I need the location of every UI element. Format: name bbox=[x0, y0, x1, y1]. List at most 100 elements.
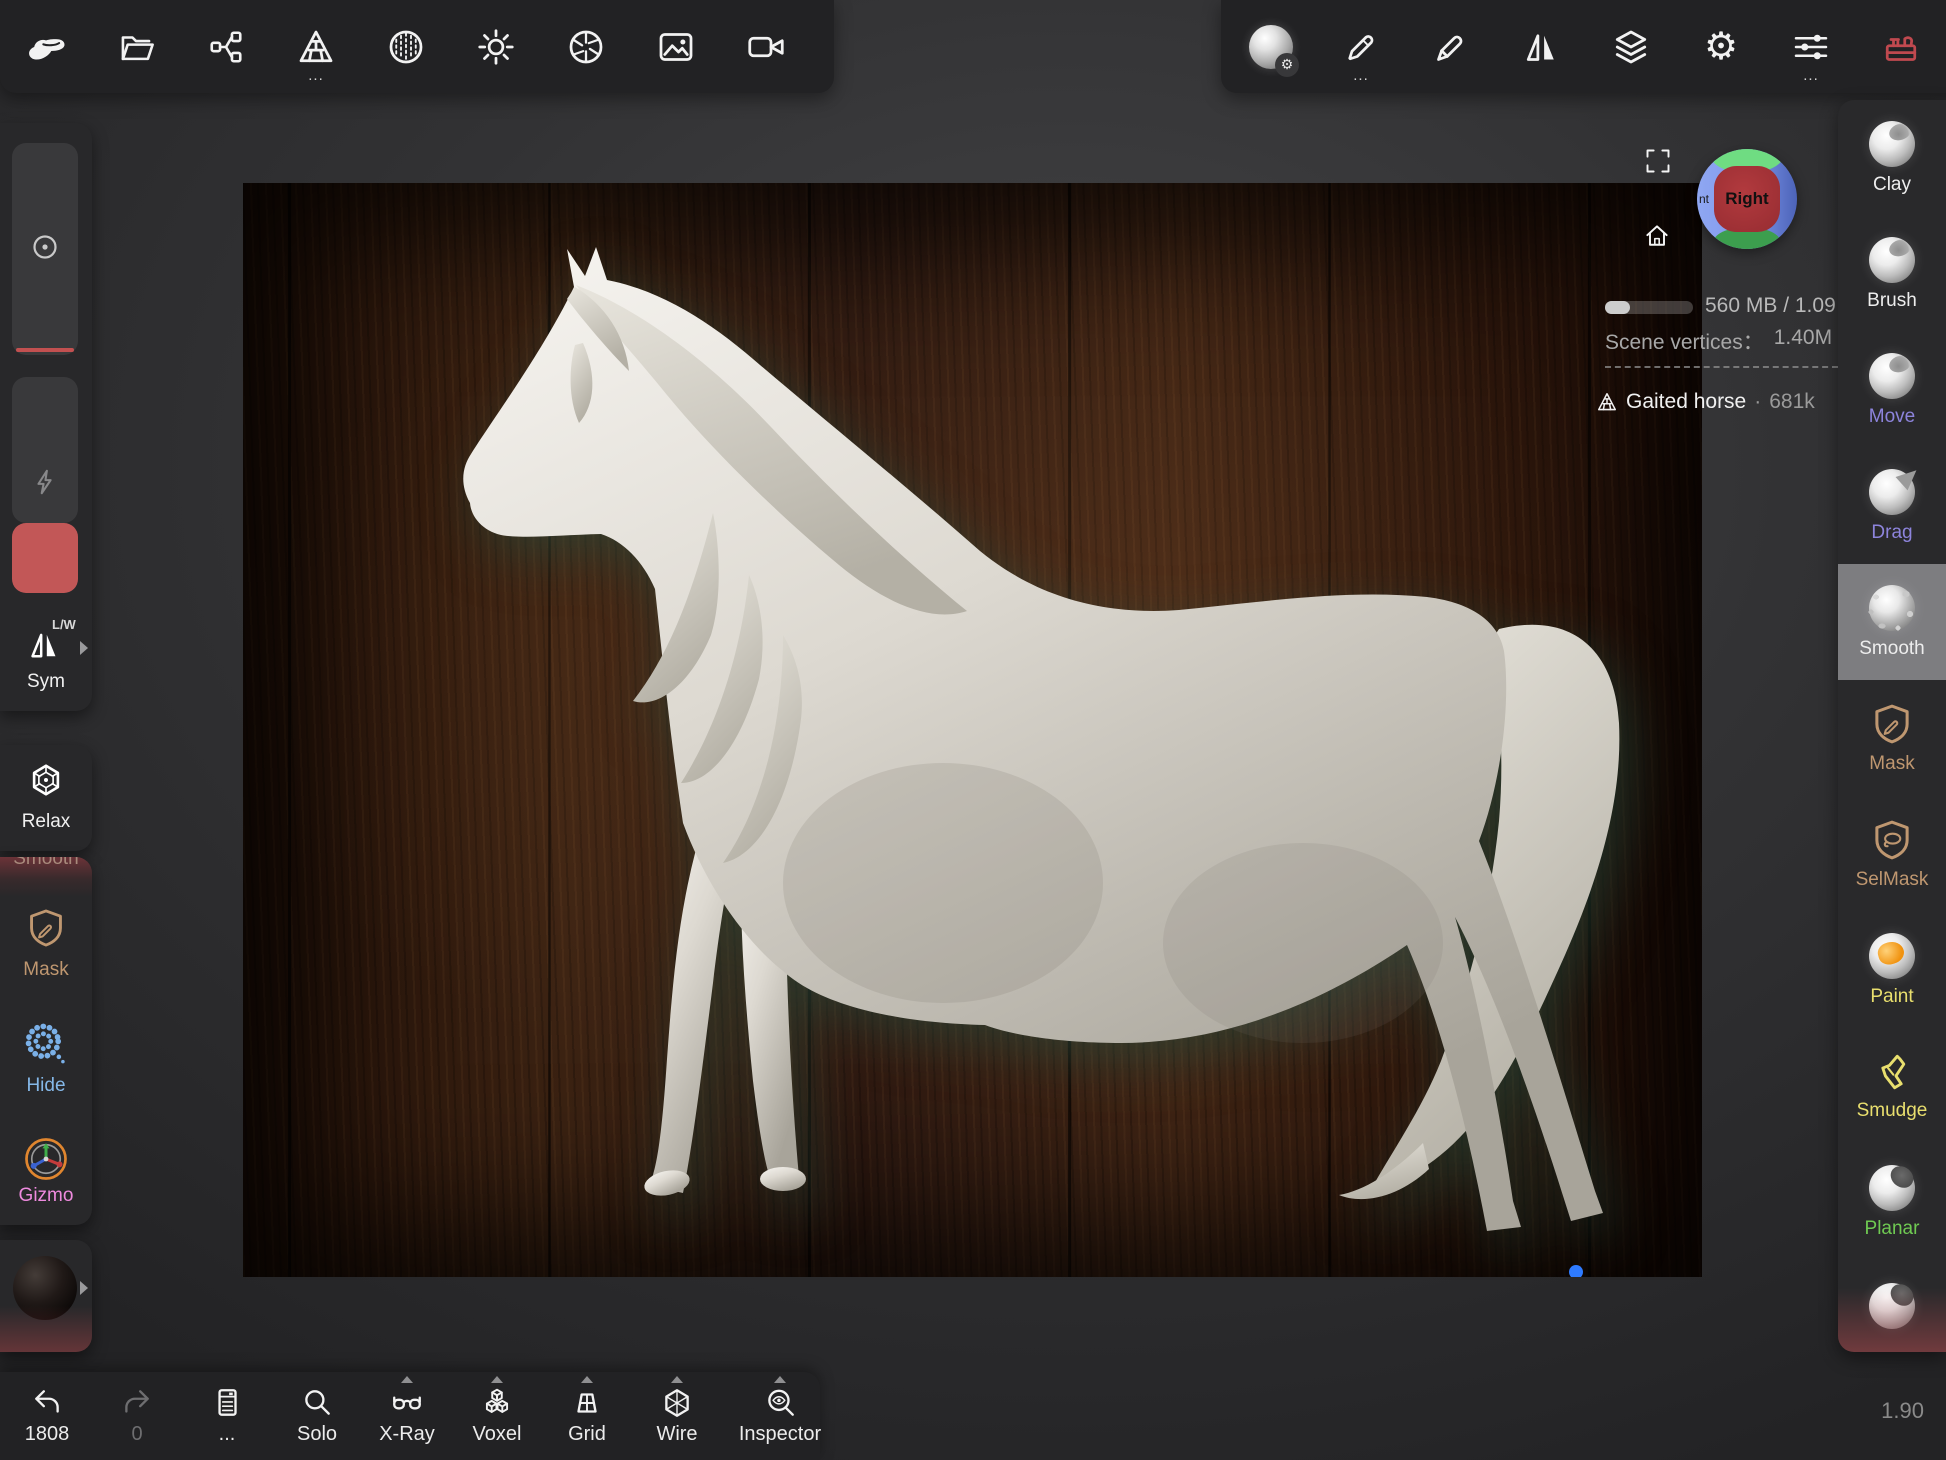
stroke-pencil-button[interactable]: ... bbox=[1339, 25, 1383, 69]
tool-move[interactable]: Move bbox=[1838, 332, 1946, 448]
gizmo-axes-icon bbox=[22, 1135, 70, 1183]
toolbox-button[interactable] bbox=[1879, 25, 1923, 69]
color-swatch[interactable] bbox=[12, 523, 78, 593]
tool-clay[interactable]: Clay bbox=[1838, 100, 1946, 216]
mask-shield-icon bbox=[1870, 702, 1914, 746]
lighting-button[interactable] bbox=[474, 25, 518, 69]
wire-options-chevron[interactable] bbox=[671, 1376, 683, 1383]
material-expand-chevron[interactable] bbox=[80, 1281, 88, 1295]
symmetry-button[interactable] bbox=[1519, 25, 1563, 69]
voxel-options-chevron[interactable] bbox=[491, 1376, 503, 1383]
intensity-lightning-icon bbox=[30, 467, 60, 497]
zoom-scale-readout: 1.90 bbox=[1881, 1398, 1924, 1424]
drag-sphere-icon bbox=[1869, 469, 1915, 515]
scene-vertices-value: 1.40M bbox=[1774, 326, 1832, 356]
grid-toggle[interactable]: Grid bbox=[552, 1372, 622, 1460]
paint-sphere-icon bbox=[1869, 933, 1915, 979]
background-image-button[interactable] bbox=[654, 25, 698, 69]
intensity-slider[interactable] bbox=[12, 377, 78, 523]
files-folder-button[interactable] bbox=[114, 25, 158, 69]
layers-button[interactable] bbox=[1609, 25, 1653, 69]
inspector-options-chevron[interactable] bbox=[774, 1376, 786, 1383]
radius-slider[interactable] bbox=[12, 143, 78, 355]
object-row[interactable]: Gaited horse · 681k bbox=[1596, 390, 1815, 414]
undo-button[interactable]: 1808 bbox=[12, 1372, 82, 1460]
object-name: Gaited horse bbox=[1626, 390, 1746, 414]
tool-label: Brush bbox=[1867, 290, 1917, 312]
clipped-smooth-slot[interactable]: Smooth bbox=[0, 857, 92, 897]
toolbar-top-right: ⚙ ... ⚙ ... bbox=[1221, 0, 1946, 93]
tool-drag[interactable]: Drag bbox=[1838, 448, 1946, 564]
solo-label: Solo bbox=[297, 1423, 337, 1446]
xray-options-chevron[interactable] bbox=[401, 1376, 413, 1383]
pencil-more-dots: ... bbox=[1339, 71, 1383, 81]
scene-vertices-row: Scene vertices： 1.40M bbox=[1605, 326, 1832, 356]
matcap-sphere-button[interactable] bbox=[384, 25, 428, 69]
redo-count: 0 bbox=[131, 1423, 142, 1446]
stroke-dot bbox=[1569, 1265, 1583, 1277]
hide-label: Hide bbox=[0, 1075, 92, 1097]
sym-label: Sym bbox=[0, 671, 92, 693]
tool-label: Paint bbox=[1870, 986, 1913, 1008]
material-button[interactable]: ⚙ bbox=[1249, 25, 1293, 69]
tool-paint[interactable]: Paint bbox=[1838, 912, 1946, 1028]
tool-smooth-selected[interactable]: Smooth bbox=[1838, 564, 1946, 680]
wire-toggle[interactable]: Wire bbox=[642, 1372, 712, 1460]
tool-smudge[interactable]: Smudge bbox=[1838, 1028, 1946, 1144]
app-logo[interactable] bbox=[24, 25, 68, 69]
hide-button[interactable]: Hide bbox=[0, 1017, 92, 1121]
redo-button[interactable]: 0 bbox=[102, 1372, 172, 1460]
memory-text: 560 MB / 1.09 G bbox=[1705, 294, 1839, 317]
memory-bar bbox=[1605, 301, 1693, 314]
voxel-toggle[interactable]: Voxel bbox=[462, 1372, 532, 1460]
paint-brush-button[interactable] bbox=[1429, 25, 1473, 69]
settings-gear-button[interactable]: ⚙ bbox=[1699, 25, 1743, 69]
sym-button[interactable]: L/W Sym bbox=[0, 615, 92, 705]
tool-brush[interactable]: Brush bbox=[1838, 216, 1946, 332]
material-gear-badge: ⚙ bbox=[1275, 53, 1299, 77]
object-separator: · bbox=[1754, 390, 1761, 414]
tool-planar[interactable]: Planar bbox=[1838, 1144, 1946, 1260]
postprocess-sliders-button[interactable]: ... bbox=[1789, 25, 1833, 69]
fullscreen-icon[interactable] bbox=[1644, 147, 1672, 175]
mask-button[interactable]: Mask bbox=[0, 901, 92, 1005]
scene-graph-button[interactable] bbox=[204, 25, 248, 69]
tool-mask[interactable]: Mask bbox=[1838, 680, 1946, 796]
nav-right-face[interactable]: Right bbox=[1714, 166, 1780, 232]
orientation-sphere[interactable]: nt Right bbox=[1697, 149, 1797, 249]
radius-slider-value bbox=[16, 348, 74, 352]
relax-button[interactable]: Relax bbox=[0, 745, 92, 851]
gizmo-button[interactable]: Gizmo bbox=[0, 1133, 92, 1225]
video-camera-button[interactable] bbox=[744, 25, 788, 69]
sym-expand-chevron[interactable] bbox=[80, 641, 88, 655]
topology-button[interactable]: ... bbox=[294, 25, 338, 69]
brush-sphere-icon bbox=[1869, 237, 1915, 283]
sculpt-viewport[interactable] bbox=[243, 183, 1702, 1277]
home-view-icon[interactable] bbox=[1643, 222, 1671, 250]
left-panel-relax: Relax bbox=[0, 745, 92, 851]
history-more-dots: ... bbox=[219, 1423, 236, 1446]
relax-web-icon bbox=[27, 761, 65, 799]
tool-label: SelMask bbox=[1856, 869, 1929, 891]
hide-dotted-icon bbox=[23, 1021, 69, 1067]
topology-more-dots: ... bbox=[294, 71, 338, 81]
object-vertex-count: 681k bbox=[1769, 390, 1815, 414]
selmask-shield-icon bbox=[1870, 818, 1914, 862]
inspector-toggle[interactable]: Inspector bbox=[732, 1372, 828, 1460]
topology-pyramid-icon bbox=[1596, 391, 1618, 413]
solo-toggle[interactable]: Solo bbox=[282, 1372, 352, 1460]
sidebar-scroll-red-fade bbox=[1838, 1288, 1946, 1352]
toolbar-bottom: 1808 0 ... Solo X-Ray Voxel Grid bbox=[0, 1372, 820, 1460]
planar-sphere-icon bbox=[1869, 1165, 1915, 1211]
xray-toggle[interactable]: X-Ray bbox=[372, 1372, 442, 1460]
tool-label: Drag bbox=[1871, 522, 1912, 544]
wire-label: Wire bbox=[656, 1423, 697, 1446]
voxel-label: Voxel bbox=[473, 1423, 522, 1446]
history-button[interactable]: ... bbox=[192, 1372, 262, 1460]
tool-label: Clay bbox=[1873, 174, 1911, 196]
smudge-finger-icon bbox=[1871, 1051, 1913, 1093]
tool-selmask[interactable]: SelMask bbox=[1838, 796, 1946, 912]
camera-aperture-button[interactable] bbox=[564, 25, 608, 69]
grid-options-chevron[interactable] bbox=[581, 1376, 593, 1383]
tool-label: Move bbox=[1869, 406, 1915, 428]
